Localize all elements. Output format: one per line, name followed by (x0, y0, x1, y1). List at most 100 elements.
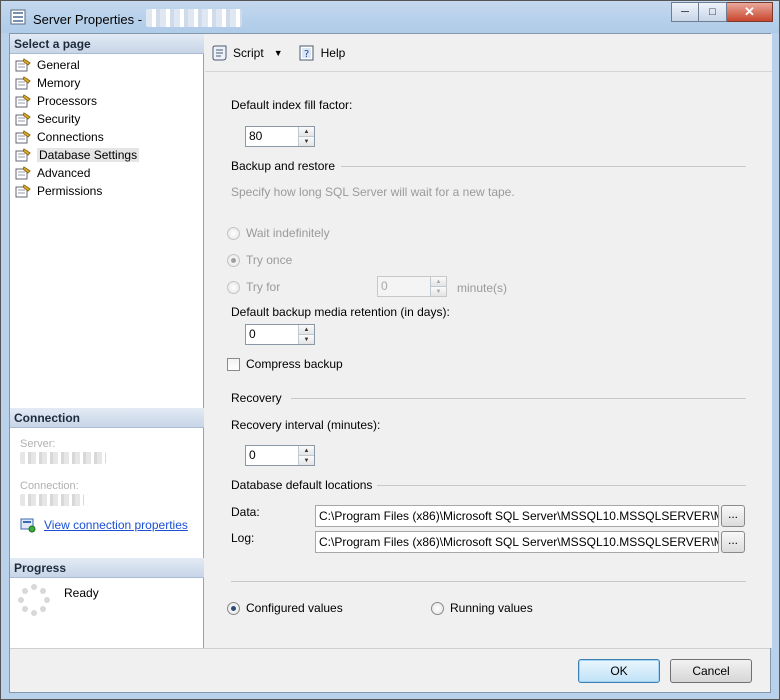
compress-backup-checkbox[interactable]: Compress backup (227, 357, 343, 371)
redacted-connection-value (20, 494, 84, 506)
dropdown-arrow-icon[interactable]: ▼ (274, 48, 283, 58)
window-controls: ─ □ ✕ (671, 2, 773, 22)
log-browse-button[interactable]: ... (721, 531, 745, 553)
cancel-button[interactable]: Cancel (670, 659, 752, 683)
page-item-database-settings[interactable]: Database Settings (14, 146, 140, 164)
page-label: Advanced (37, 166, 91, 180)
right-pane: Script ▼ ? Help Default index fill facto… (205, 34, 772, 648)
spin-up-icon[interactable]: ▲ (431, 277, 446, 286)
page-list: General Memory Processors Security Conne… (14, 56, 140, 200)
page-label: Permissions (37, 184, 103, 198)
page-wrench-icon (15, 166, 31, 180)
server-info: Server: (20, 436, 106, 464)
page-item-processors[interactable]: Processors (14, 92, 140, 110)
server-properties-window: Server Properties - ─ □ ✕ Select a page … (0, 0, 780, 700)
maximize-icon: □ (709, 6, 716, 18)
try-for-label: Try for (246, 280, 281, 294)
page-item-permissions[interactable]: Permissions (14, 182, 140, 200)
progress-spinner-icon (18, 584, 50, 616)
page-item-advanced[interactable]: Advanced (14, 164, 140, 182)
retention-spinbox[interactable]: 0 ▲ ▼ (245, 324, 315, 345)
script-icon (212, 45, 227, 60)
close-icon: ✕ (744, 4, 755, 19)
connection-header: Connection (10, 408, 204, 428)
minimize-button[interactable]: ─ (671, 2, 699, 22)
page-item-general[interactable]: General (14, 56, 140, 74)
page-wrench-icon (15, 184, 31, 198)
page-wrench-icon (15, 76, 31, 90)
select-page-header: Select a page (10, 34, 204, 54)
recovery-interval-spinbox[interactable]: 0 ▲ ▼ (245, 445, 315, 466)
configured-values-radio[interactable]: Configured values (227, 601, 343, 615)
progress-header: Progress (10, 558, 204, 578)
try-for-arrows[interactable]: ▲ ▼ (430, 277, 446, 296)
data-browse-button[interactable]: ... (721, 505, 745, 527)
view-connection-row[interactable]: View connection properties (20, 517, 188, 533)
retention-value[interactable]: 0 (246, 325, 298, 344)
spin-up-icon[interactable]: ▲ (299, 325, 314, 334)
redacted-server-value (20, 452, 106, 464)
page-item-memory[interactable]: Memory (14, 74, 140, 92)
spin-up-icon[interactable]: ▲ (299, 446, 314, 455)
data-path-field[interactable]: C:\Program Files (x86)\Microsoft SQL Ser… (315, 505, 719, 527)
recovery-interval-value[interactable]: 0 (246, 446, 298, 465)
page-label: Connections (37, 130, 104, 144)
recovery-interval-arrows[interactable]: ▲ ▼ (298, 446, 314, 465)
page-wrench-icon (15, 58, 31, 72)
maximize-button[interactable]: □ (699, 2, 727, 22)
spin-down-icon[interactable]: ▼ (299, 334, 314, 344)
recovery-group-divider (291, 398, 746, 399)
page-item-security[interactable]: Security (14, 110, 140, 128)
wait-indefinitely-radio[interactable]: Wait indefinitely (227, 226, 330, 240)
radio-icon (431, 601, 444, 615)
view-connection-properties-link[interactable]: View connection properties (44, 518, 188, 532)
page-wrench-icon (15, 94, 31, 108)
server-label: Server: (20, 438, 56, 450)
retention-arrows[interactable]: ▲ ▼ (298, 325, 314, 344)
spin-up-icon[interactable]: ▲ (299, 127, 314, 136)
connection-info: Connection: (20, 478, 84, 506)
page-item-connections[interactable]: Connections (14, 128, 140, 146)
radio-icon (227, 226, 240, 240)
running-values-radio[interactable]: Running values (431, 601, 533, 615)
log-path-field[interactable]: C:\Program Files (x86)\Microsoft SQL Ser… (315, 531, 719, 553)
spin-down-icon[interactable]: ▼ (431, 286, 446, 296)
fill-factor-arrows[interactable]: ▲ ▼ (298, 127, 314, 146)
dialog-button-bar: OK Cancel (10, 648, 770, 692)
fill-factor-value[interactable]: 80 (246, 127, 298, 146)
script-button[interactable]: Script ▼ (211, 45, 283, 61)
backup-restore-group-label: Backup and restore (231, 159, 336, 173)
page-label: Processors (37, 94, 98, 108)
minimize-icon: ─ (681, 6, 689, 18)
backup-description: Specify how long SQL Server will wait fo… (231, 185, 515, 199)
progress-status: Ready (64, 586, 99, 600)
running-values-label: Running values (450, 601, 533, 615)
wait-indefinitely-label: Wait indefinitely (246, 226, 330, 240)
close-button[interactable]: ✕ (727, 2, 773, 22)
title-bar[interactable]: Server Properties - ─ □ ✕ (1, 1, 779, 33)
backup-group-divider (341, 166, 746, 167)
help-label: Help (320, 45, 346, 60)
page-wrench-icon (15, 130, 31, 144)
svg-text:?: ? (304, 49, 309, 60)
try-for-radio[interactable]: Try for (227, 280, 280, 294)
help-button[interactable]: ? Help (299, 45, 346, 61)
try-for-value[interactable]: 0 (378, 277, 430, 296)
try-for-spinbox[interactable]: 0 ▲ ▼ (377, 276, 447, 297)
window-title-text: Server Properties - (33, 12, 143, 27)
page-label: Database Settings (37, 148, 140, 162)
minutes-label: minute(s) (457, 281, 508, 295)
server-properties-icon (10, 9, 26, 25)
try-once-radio[interactable]: Try once (227, 253, 292, 267)
spin-down-icon[interactable]: ▼ (299, 455, 314, 465)
log-label: Log: (231, 531, 255, 545)
locations-group-label: Database default locations (231, 478, 373, 492)
ok-button[interactable]: OK (578, 659, 660, 683)
fill-factor-spinbox[interactable]: 80 ▲ ▼ (245, 126, 315, 147)
window-title: Server Properties - (33, 9, 243, 27)
page-wrench-icon (15, 112, 31, 126)
script-label: Script (233, 45, 264, 60)
spin-down-icon[interactable]: ▼ (299, 136, 314, 146)
fill-factor-label: Default index fill factor: (231, 98, 353, 112)
left-pane: Select a page General Memory Processors … (10, 34, 204, 648)
